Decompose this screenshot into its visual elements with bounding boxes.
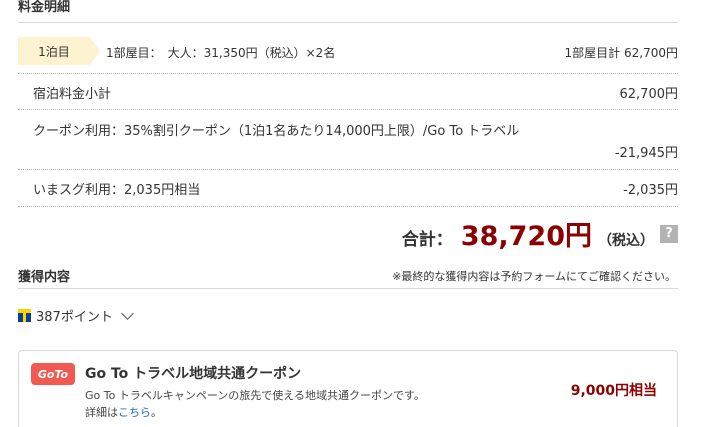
room-total: 1部屋目計 62,700円	[564, 46, 678, 60]
regional-coupon-card: GoTo Go To トラベル地域共通クーポン Go To トラベルキャンペーン…	[18, 350, 678, 427]
earned-title: 獲得内容	[18, 270, 71, 285]
earned-note: ※最終的な獲得内容は予約フォームにてご確認ください。	[392, 270, 676, 283]
coupon-title: Go To トラベル地域共通クーポン	[85, 366, 302, 382]
divider	[18, 206, 678, 207]
points-toggle[interactable]: 387ポイント	[18, 306, 134, 325]
coupon-detail: 詳細はこちら。	[85, 404, 162, 420]
divider	[18, 288, 678, 289]
total-label: 合計：	[401, 230, 453, 250]
coupon-usage-label: クーポン利用：35%割引クーポン（1泊1名あたり14,000円上限）/Go To…	[33, 124, 520, 139]
night-description: 1部屋目： 大人：31,350円（税込）×2名	[106, 46, 336, 60]
fee-details-title: 料金明細	[18, 0, 71, 15]
total-tax: （税込）	[598, 233, 654, 249]
subtotal-label: 宿泊料金小計	[33, 87, 112, 102]
detail-suffix: 。	[151, 406, 162, 419]
imasugu-value: -2,035円	[623, 183, 678, 198]
t-point-icon	[18, 309, 31, 322]
coupon-description: Go To トラベルキャンペーンの旅先で使える地域共通クーポンです。	[85, 389, 425, 402]
total: 合計： 38,720円 （税込） ?	[402, 214, 678, 253]
night-badge: 1泊目	[18, 37, 100, 65]
coupon-amount: 9,000円相当	[570, 383, 657, 399]
night-row: 1泊目 1部屋目： 大人：31,350円（税込）×2名 1部屋目計 62,700…	[18, 37, 678, 65]
help-icon[interactable]: ?	[660, 224, 678, 243]
divider	[18, 109, 678, 110]
subtotal-value: 62,700円	[619, 87, 679, 102]
divider	[18, 169, 678, 170]
coupon-usage-value: -21,945円	[614, 146, 678, 161]
detail-prefix: 詳細は	[85, 406, 118, 419]
imasugu-label: いまスグ利用：2,035円相当	[33, 183, 201, 198]
chevron-down-icon	[120, 306, 134, 320]
detail-link[interactable]: こちら	[118, 406, 151, 419]
divider	[18, 22, 678, 23]
points-text: 387ポイント	[36, 310, 113, 325]
total-amount: 38,720円	[460, 221, 592, 252]
goto-logo: GoTo	[31, 363, 75, 385]
divider	[18, 73, 678, 74]
